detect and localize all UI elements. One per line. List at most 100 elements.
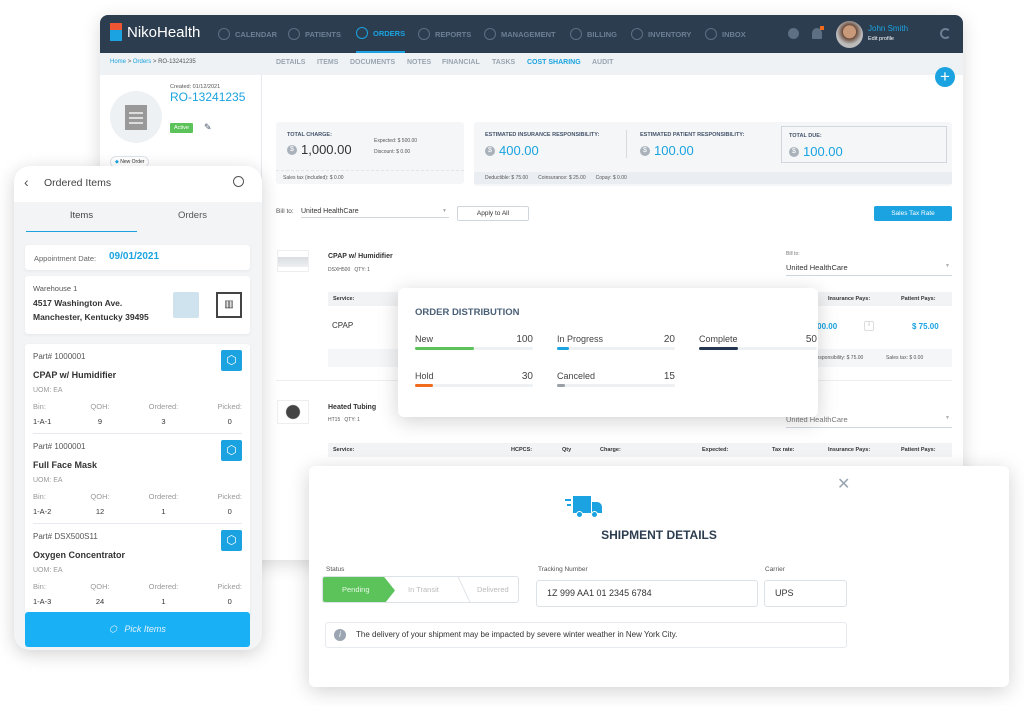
col-tax-rate: Tax rate:	[772, 447, 795, 453]
search-icon[interactable]	[233, 176, 244, 187]
box-icon: ⬡	[109, 624, 117, 634]
tab-notes[interactable]: NOTES	[407, 59, 431, 66]
tab-items[interactable]: Items	[26, 210, 137, 232]
bill-to-select[interactable]: United HealthCare ▼	[301, 205, 449, 218]
address-line-2: Manchester, Kentucky 39495	[33, 312, 149, 322]
col-insurance-pays: Insurance Pays:	[828, 447, 871, 453]
add-button[interactable]: +	[935, 67, 955, 87]
logout-icon[interactable]	[940, 28, 951, 39]
total-charge-amount: 1,000.00	[301, 142, 352, 157]
distribution-bar-fill	[557, 347, 569, 350]
help-icon[interactable]	[788, 28, 799, 39]
tab-orders[interactable]: Orders	[137, 210, 248, 232]
map-thumbnail[interactable]	[173, 292, 199, 318]
bin: Bin: 1-A-2	[33, 492, 51, 516]
tab-items[interactable]: ITEMS	[317, 59, 338, 66]
part-number: Part# 1000001	[33, 352, 86, 361]
qoh-label: QOH:	[90, 582, 110, 591]
address-line-1: 4517 Washington Ave.	[33, 298, 123, 308]
user-avatar[interactable]	[836, 21, 863, 48]
distribution-bar-fill	[415, 384, 433, 387]
distribution-item-hold: Hold 30	[415, 371, 533, 387]
bin-value: 1-A-1	[33, 417, 52, 426]
carrier-label: Carrier	[765, 566, 785, 573]
item-name[interactable]: Heated Tubing	[328, 404, 376, 411]
distribution-bar-fill	[415, 347, 474, 350]
receipt-icon	[125, 105, 147, 130]
picked-label: Picked:	[217, 582, 242, 591]
tubing-image	[277, 400, 309, 424]
col-service: Service:	[333, 296, 355, 302]
col-patient-pays: Patient Pays:	[901, 296, 936, 302]
bin-label: Bin:	[33, 402, 46, 411]
edit-profile-link[interactable]: Edit profile	[868, 36, 894, 42]
nav-label: BILLING	[587, 29, 617, 39]
bill-to-label: Bill to:	[276, 208, 294, 215]
tab-tasks[interactable]: TASKS	[492, 59, 515, 66]
nav-billing[interactable]: BILLING	[570, 15, 617, 53]
distribution-bar-track	[415, 384, 533, 387]
step-delivered[interactable]: Delivered	[477, 577, 509, 602]
part-item[interactable]: Part# DSX500S11 Oxygen Concentrator UOM:…	[33, 524, 242, 614]
nav-label: CALENDAR	[235, 29, 278, 39]
col-service: Service:	[333, 447, 355, 453]
info-icon[interactable]: i	[864, 321, 874, 331]
tab-details[interactable]: DETAILS	[276, 59, 305, 66]
tab-audit[interactable]: AUDIT	[592, 59, 613, 66]
tab-documents[interactable]: DOCUMENTS	[350, 59, 395, 66]
nav-reports[interactable]: REPORTS	[418, 15, 471, 53]
box-icon[interactable]: ⬡	[221, 350, 242, 371]
breadcrumb-orders[interactable]: Orders	[133, 59, 151, 65]
tab-cost-sharing[interactable]: COST SHARING	[527, 59, 581, 66]
brand-logo[interactable]: NikoHealth	[110, 23, 200, 41]
nav-inventory[interactable]: INVENTORY	[631, 15, 691, 53]
breadcrumb-home[interactable]: Home	[110, 59, 126, 65]
breadcrumb-current: RO-13241235	[158, 59, 196, 65]
apply-to-all-button[interactable]: Apply to All	[457, 206, 529, 221]
notice-text: The delivery of your shipment may be imp…	[356, 630, 678, 639]
step-pending[interactable]: Pending	[323, 577, 395, 602]
picked-value: 0	[227, 507, 232, 516]
nav-calendar[interactable]: CALENDAR	[218, 15, 277, 53]
nav-patients[interactable]: PATIENTS	[288, 15, 341, 53]
picked: Picked: 0	[217, 492, 242, 516]
box-icon[interactable]: ⬡	[221, 530, 242, 551]
nav-management[interactable]: MANAGEMENT	[484, 15, 556, 53]
ordered-value: 1	[161, 507, 166, 516]
part-item[interactable]: Part# 1000001 Full Face Mask UOM: EA ⬡ B…	[33, 434, 242, 524]
calendar-icon	[218, 28, 230, 40]
picked-value: 0	[227, 597, 232, 606]
step-in-transit[interactable]: In Transit	[408, 577, 439, 602]
edit-icon[interactable]: ✎	[204, 122, 212, 133]
close-icon[interactable]: ✕	[837, 474, 850, 494]
barcode-scan-icon[interactable]: ▥	[216, 292, 242, 318]
status-stepper: Pending In Transit Delivered	[322, 576, 519, 603]
inbox-icon	[705, 28, 717, 40]
pick-items-button[interactable]: ⬡ Pick Items	[25, 612, 250, 647]
patient-responsibility-value: $100.00	[640, 143, 694, 158]
tab-financial[interactable]: FINANCIAL	[442, 59, 480, 66]
responsibility-card: ESTIMATED INSURANCE RESPONSIBILITY: $400…	[474, 122, 952, 186]
bell-icon[interactable]	[812, 26, 824, 39]
total-due-value: $100.00	[789, 144, 843, 159]
nav-orders[interactable]: ORDERS	[356, 15, 406, 53]
item-bill-to-select[interactable]: United HealthCare ▼	[786, 260, 952, 276]
nav-label: REPORTS	[435, 29, 472, 39]
breadcrumb-sep: >	[152, 59, 157, 65]
item-name[interactable]: CPAP w/ Humidifier	[328, 253, 393, 260]
distribution-value: 50	[805, 334, 817, 345]
warehouse-name: Warehouse 1	[33, 284, 78, 293]
bin-label: Bin:	[33, 582, 46, 591]
warehouse-card: Warehouse 1 4517 Washington Ave. Manches…	[25, 276, 250, 334]
back-icon[interactable]: ‹	[24, 174, 29, 190]
user-name[interactable]: John Smith	[868, 24, 908, 33]
distribution-bar-fill	[557, 384, 566, 387]
sales-tax-rate-button[interactable]: Sales Tax Rate	[874, 206, 952, 221]
carrier-input[interactable]: UPS	[764, 580, 847, 607]
tracking-number-input[interactable]: 1Z 999 AA1 01 2345 6784	[536, 580, 758, 607]
part-item[interactable]: Part# 1000001 CPAP w/ Humidifier UOM: EA…	[33, 344, 242, 434]
mobile-title: Ordered Items	[44, 177, 112, 189]
item-qty: QTY: 1	[354, 267, 370, 273]
box-icon[interactable]: ⬡	[221, 440, 242, 461]
nav-inbox[interactable]: INBOX	[705, 15, 746, 53]
